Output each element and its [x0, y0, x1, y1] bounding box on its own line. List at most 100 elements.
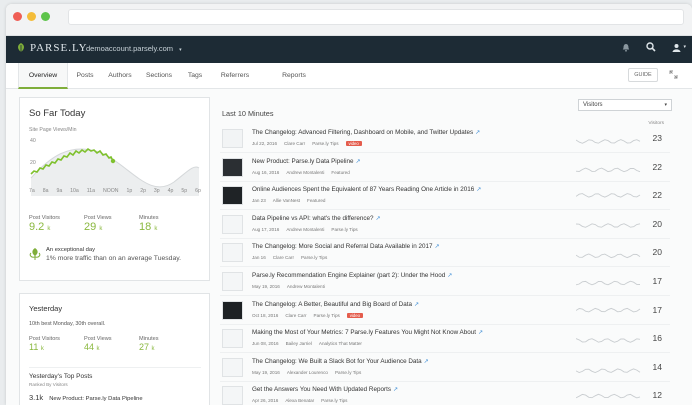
- close-window-button[interactable]: [13, 12, 22, 21]
- link-icon[interactable]: ↗: [424, 359, 429, 365]
- post-row[interactable]: Data Pipeline vs API: what's the differe…: [220, 211, 670, 239]
- post-thumbnail[interactable]: [222, 300, 243, 320]
- post-section[interactable]: Analytics That Matter: [319, 341, 362, 346]
- post-row[interactable]: The Changelog: A Better, Beautiful and B…: [220, 297, 670, 325]
- post-row[interactable]: The Changelog: More Social and Referral …: [220, 239, 670, 268]
- post-title[interactable]: Making the Most of Your Metrics: 7 Parse…: [252, 329, 483, 336]
- post-author[interactable]: Allie VanNest: [273, 198, 300, 203]
- link-icon[interactable]: ↗: [393, 387, 398, 393]
- post-author[interactable]: Clare Carr: [284, 141, 305, 146]
- post-thumbnail[interactable]: [222, 386, 243, 405]
- post-row[interactable]: Parse.ly Recommendation Engine Explainer…: [220, 268, 670, 296]
- sparkline: [576, 280, 641, 286]
- post-date: Jan 16: [252, 255, 266, 261]
- post-date: May 19, 2016: [252, 284, 280, 289]
- sparkline: [576, 394, 641, 399]
- post-section[interactable]: Parse.ly Tips: [335, 370, 361, 375]
- stat-value: 18 k: [139, 221, 158, 233]
- post-author[interactable]: Bailey Jarriel: [286, 341, 312, 346]
- link-icon[interactable]: ↗: [475, 130, 480, 136]
- post-section[interactable]: Parse.ly Tips: [301, 255, 327, 260]
- site-selector[interactable]: demoaccount.parsely.com ▾: [86, 44, 182, 53]
- x-tick: 1p: [126, 188, 133, 194]
- post-title[interactable]: Parse.ly Recommendation Engine Explainer…: [252, 272, 452, 279]
- sparkline: [576, 223, 641, 228]
- link-icon[interactable]: ↗: [476, 187, 481, 193]
- post-meta: Jul 22, 2016 Clare Carr Parse.ly Tips video: [252, 141, 369, 146]
- visitor-count: 12: [652, 390, 662, 401]
- post-thumbnail[interactable]: [222, 272, 243, 291]
- link-icon[interactable]: ↗: [435, 244, 440, 250]
- minimize-window-button[interactable]: [27, 12, 36, 21]
- post-author[interactable]: Clare Carr: [273, 255, 294, 260]
- link-icon[interactable]: ↗: [376, 216, 381, 222]
- post-author[interactable]: Alexa Benatar: [285, 398, 314, 403]
- post-title[interactable]: Online Audiences Spent the Equivalent of…: [252, 186, 481, 193]
- expand-icon[interactable]: [669, 70, 678, 79]
- post-section[interactable]: Featured: [307, 198, 325, 203]
- chevron-down-icon: ▾: [683, 44, 686, 50]
- post-title[interactable]: The Changelog: More Social and Referral …: [252, 243, 440, 250]
- user-menu[interactable]: ▾: [672, 43, 686, 52]
- post-title[interactable]: New Product: Parse.ly Data Pipeline ↗: [252, 158, 361, 165]
- post-section[interactable]: Featured: [331, 170, 349, 175]
- stat-value: 44 k: [84, 342, 100, 352]
- post-row[interactable]: Get the Answers You Need With Updated Re…: [220, 382, 670, 405]
- visitor-count: 14: [652, 361, 662, 372]
- post-thumbnail[interactable]: [222, 157, 243, 177]
- top-post-item[interactable]: 3.1k New Product: Parse.ly Data Pipeline: [29, 393, 143, 402]
- post-author[interactable]: Clare Carr: [285, 313, 306, 318]
- bell-icon[interactable]: [622, 43, 630, 52]
- tab-referrers[interactable]: Referrers: [216, 63, 254, 89]
- metric-select[interactable]: Visitors ▾: [578, 99, 672, 111]
- post-title[interactable]: The Changelog: Advanced Filtering, Dashb…: [252, 129, 480, 136]
- post-row[interactable]: Online Audiences Spent the Equivalent of…: [220, 182, 670, 211]
- tab-overview[interactable]: Overview: [18, 63, 68, 89]
- guide-button[interactable]: GUIDE: [628, 68, 658, 82]
- stat-value: 29 k: [84, 221, 103, 233]
- post-title[interactable]: Get the Answers You Need With Updated Re…: [252, 386, 398, 393]
- post-section[interactable]: Parse.ly Tips: [321, 398, 347, 403]
- link-icon[interactable]: ↗: [356, 159, 361, 165]
- post-thumbnail[interactable]: [222, 243, 243, 263]
- post-row[interactable]: Making the Most of Your Metrics: 7 Parse…: [220, 325, 670, 354]
- url-bar[interactable]: [68, 9, 684, 25]
- post-author[interactable]: Andrew Montalenti: [287, 284, 325, 289]
- post-author[interactable]: Andrew Montalenti: [286, 170, 324, 175]
- post-section[interactable]: Parse.ly Tips: [331, 227, 357, 232]
- tab-tags[interactable]: Tags: [182, 63, 208, 89]
- post-row[interactable]: New Product: Parse.ly Data Pipeline ↗ Aug …: [220, 154, 670, 182]
- post-author[interactable]: Andrew Montalenti: [286, 227, 324, 232]
- maximize-window-button[interactable]: [41, 12, 50, 21]
- link-icon[interactable]: ↗: [414, 302, 419, 308]
- post-title[interactable]: Data Pipeline vs API: what's the differe…: [252, 215, 381, 222]
- post-thumbnail[interactable]: [222, 186, 243, 206]
- post-list: The Changelog: Advanced Filtering, Dashb…: [220, 125, 680, 405]
- tab-authors[interactable]: Authors: [102, 63, 138, 89]
- post-thumbnail[interactable]: [222, 329, 243, 349]
- link-icon[interactable]: ↗: [447, 273, 452, 279]
- stat-post-visitors: Post Visitors 11 k: [29, 336, 60, 352]
- post-section[interactable]: Parse.ly Tips: [312, 141, 338, 146]
- post-date: Aug 17, 2016: [252, 226, 280, 232]
- post-row[interactable]: The Changelog: Advanced Filtering, Dashb…: [220, 125, 670, 153]
- search-icon[interactable]: [646, 42, 657, 52]
- post-title[interactable]: The Changelog: We Built a Slack Bot for …: [252, 358, 429, 365]
- parsely-logo[interactable]: PARSE.LY: [16, 42, 88, 54]
- post-author[interactable]: Alexander Lourenco: [287, 370, 328, 375]
- x-tick: 9a: [56, 188, 63, 194]
- exceptional-title: An exceptional day: [46, 247, 95, 253]
- post-thumbnail[interactable]: [222, 357, 243, 377]
- post-section[interactable]: Parse.ly Tips: [314, 313, 340, 318]
- x-tick: 2p: [140, 188, 146, 194]
- x-tick: 11a: [86, 188, 96, 194]
- tab-sections[interactable]: Sections: [140, 63, 178, 89]
- visitor-count: 20: [652, 218, 662, 229]
- link-icon[interactable]: ↗: [478, 330, 483, 336]
- post-row[interactable]: The Changelog: We Built a Slack Bot for …: [220, 354, 670, 382]
- post-thumbnail[interactable]: [222, 129, 243, 148]
- tab-reports[interactable]: Reports: [276, 63, 312, 89]
- post-thumbnail[interactable]: [222, 214, 243, 234]
- tab-posts[interactable]: Posts: [68, 63, 102, 89]
- post-title[interactable]: The Changelog: A Better, Beautiful and B…: [252, 301, 419, 308]
